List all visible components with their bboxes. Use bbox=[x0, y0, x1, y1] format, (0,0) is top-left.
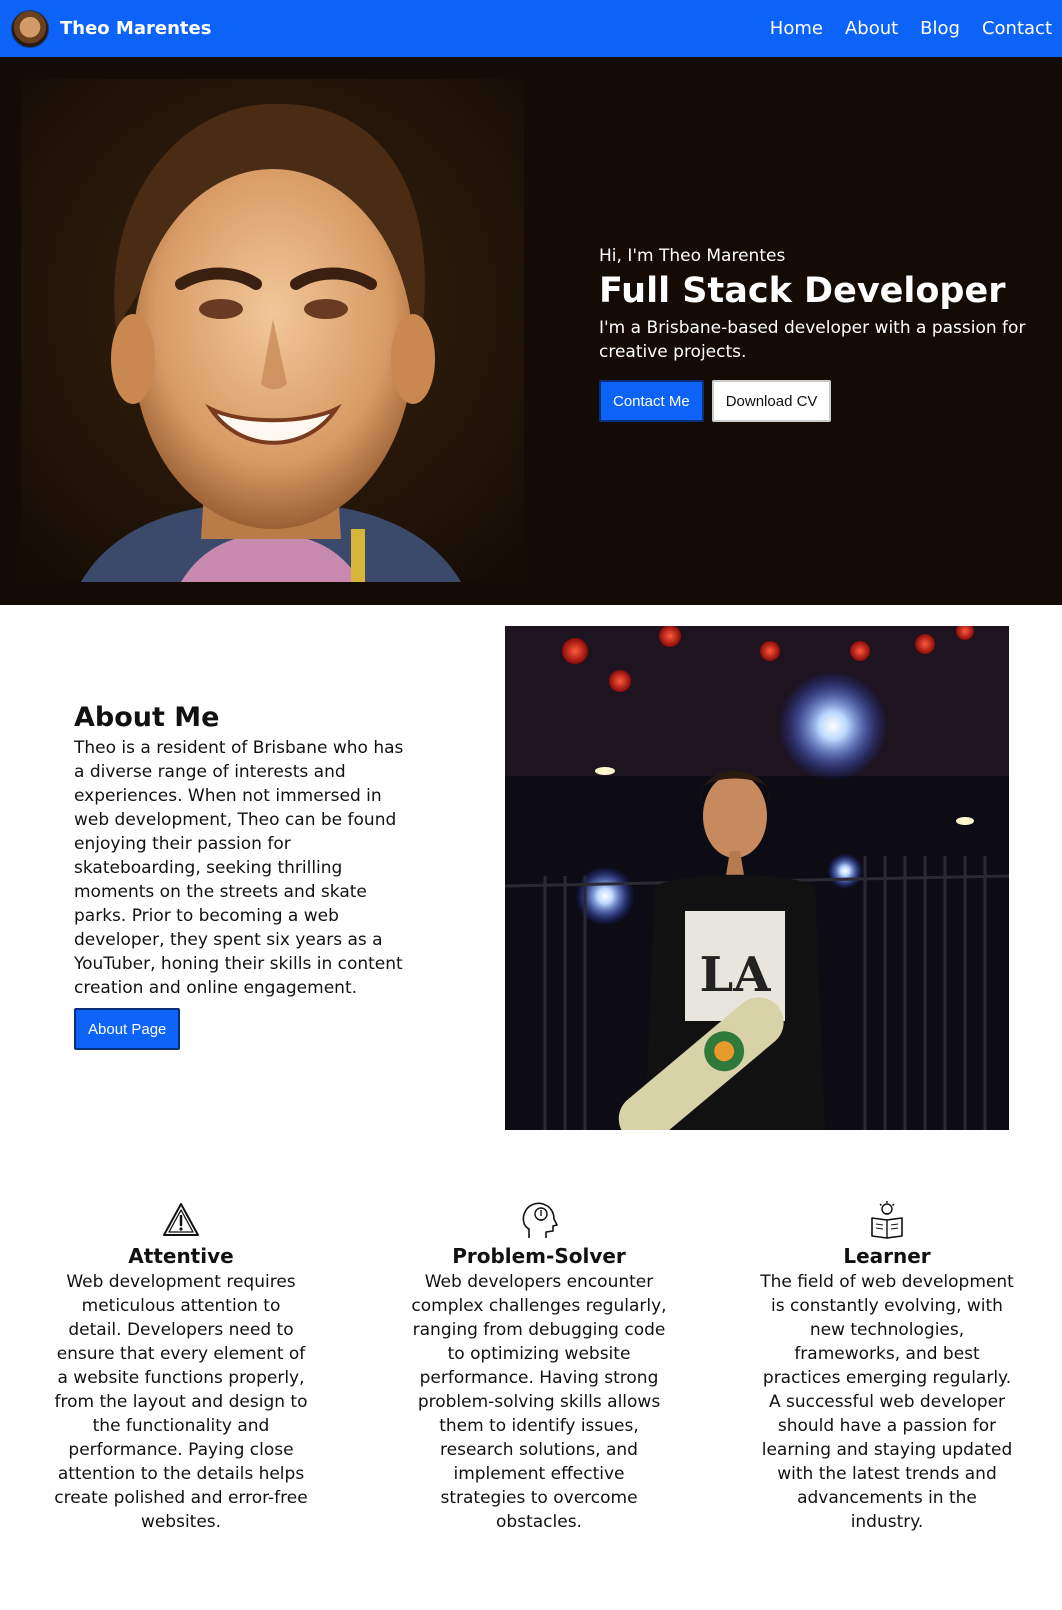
portrait-illustration bbox=[21, 79, 524, 582]
about-title: About Me bbox=[74, 702, 220, 733]
avatar bbox=[11, 9, 49, 48]
hero-portrait-photo bbox=[21, 79, 524, 582]
nav-link-contact[interactable]: Contact bbox=[982, 18, 1052, 39]
feature-title: Problem-Solver bbox=[452, 1244, 626, 1268]
brand[interactable]: Theo Marentes bbox=[11, 9, 211, 48]
nav-link-home[interactable]: Home bbox=[770, 18, 823, 39]
skateboard-illustration: LA bbox=[505, 626, 1009, 1130]
brand-name[interactable]: Theo Marentes bbox=[60, 18, 211, 39]
nav-link-blog[interactable]: Blog bbox=[920, 18, 960, 39]
navbar: Theo Marentes Home About Blog Contact bbox=[0, 0, 1062, 57]
warning-icon bbox=[163, 1203, 199, 1236]
nav-links: Home About Blog Contact bbox=[748, 0, 1052, 57]
feature-body: Web developers encounter complex challen… bbox=[411, 1272, 667, 1532]
hero-greeting: Hi, I'm Theo Marentes bbox=[599, 246, 786, 266]
hero-title: Full Stack Developer bbox=[599, 271, 1006, 311]
feature-title: Attentive bbox=[128, 1244, 234, 1268]
contact-me-button[interactable]: Contact Me bbox=[599, 380, 704, 422]
feature-body: The field of web development is constant… bbox=[760, 1272, 1014, 1532]
feature-title: Learner bbox=[843, 1244, 931, 1268]
hero-subtitle: I'm a Brisbane-based developer with a pa… bbox=[599, 318, 1026, 362]
feature-body: Web development requires meticulous atte… bbox=[54, 1272, 308, 1532]
nav-link-about[interactable]: About bbox=[845, 18, 898, 39]
about-page-button[interactable]: About Page bbox=[74, 1008, 181, 1050]
hero-section: Hi, I'm Theo Marentes Full Stack Develop… bbox=[0, 57, 1062, 605]
about-body: Theo is a resident of Brisbane who has a… bbox=[74, 738, 404, 998]
svg-text:LA: LA bbox=[700, 947, 772, 1003]
skateboard-photo: LA bbox=[505, 626, 1009, 1130]
feature-attentive: Attentive Web development requires metic… bbox=[53, 1200, 309, 1534]
feature-learner: Learner The field of web development is … bbox=[759, 1200, 1015, 1534]
about-text: About Me Theo is a resident of Brisbane … bbox=[74, 700, 409, 1050]
hero-text: Hi, I'm Theo Marentes Full Stack Develop… bbox=[599, 244, 1029, 422]
head-idea-icon bbox=[522, 1202, 558, 1238]
feature-problem-solver: Problem-Solver Web developers encounter … bbox=[411, 1200, 667, 1534]
book-lightbulb-icon bbox=[871, 1201, 903, 1239]
hero-buttons: Contact Me Download CV bbox=[599, 380, 1029, 422]
download-cv-button[interactable]: Download CV bbox=[711, 380, 832, 422]
